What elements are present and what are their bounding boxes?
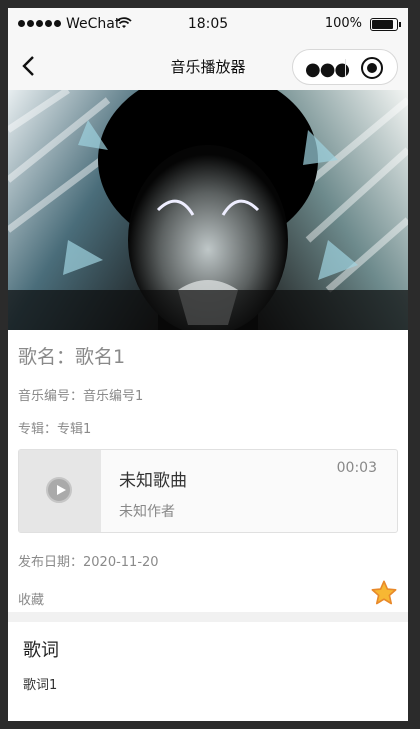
audio-title: 未知歌曲 bbox=[119, 471, 187, 491]
audio-author: 未知作者 bbox=[119, 504, 175, 520]
target-icon[interactable] bbox=[361, 57, 383, 79]
album-name: 专辑：专辑1 bbox=[18, 422, 92, 437]
song-name: 歌名：歌名1 bbox=[18, 346, 126, 368]
battery-percentage: 100% bbox=[324, 16, 362, 31]
phone-screen: WeChat 18:05 100% 音乐播放器 ●●● 歌名：歌名1 音乐编号：… bbox=[8, 8, 408, 721]
section-divider bbox=[8, 612, 408, 622]
release-date: 发布日期：2020-11-20 bbox=[18, 555, 159, 570]
navigation-bar: 音乐播放器 ●●● bbox=[8, 42, 408, 90]
album-cover-image bbox=[8, 90, 408, 330]
audio-cover bbox=[19, 450, 101, 532]
audio-time: 00:03 bbox=[336, 460, 377, 476]
audio-player[interactable]: 未知歌曲 未知作者 00:03 bbox=[18, 449, 398, 533]
more-dots-icon[interactable]: ●●● bbox=[305, 59, 350, 80]
lyrics-heading: 歌词 bbox=[23, 640, 59, 661]
music-number: 音乐编号：音乐编号1 bbox=[18, 389, 144, 404]
status-bar: WeChat 18:05 100% bbox=[8, 8, 408, 42]
lyrics-card: 歌词 歌词1 bbox=[8, 622, 408, 707]
lyrics-text: 歌词1 bbox=[23, 678, 58, 693]
audio-info: 未知歌曲 未知作者 bbox=[101, 450, 205, 532]
star-icon[interactable] bbox=[370, 579, 398, 607]
favorite-label: 收藏 bbox=[18, 593, 45, 608]
capsule-divider bbox=[345, 59, 346, 77]
mini-program-capsule: ●●● bbox=[292, 49, 398, 85]
play-icon[interactable] bbox=[46, 477, 72, 503]
battery-icon bbox=[370, 18, 401, 31]
favorite-row: 收藏 bbox=[18, 580, 398, 608]
